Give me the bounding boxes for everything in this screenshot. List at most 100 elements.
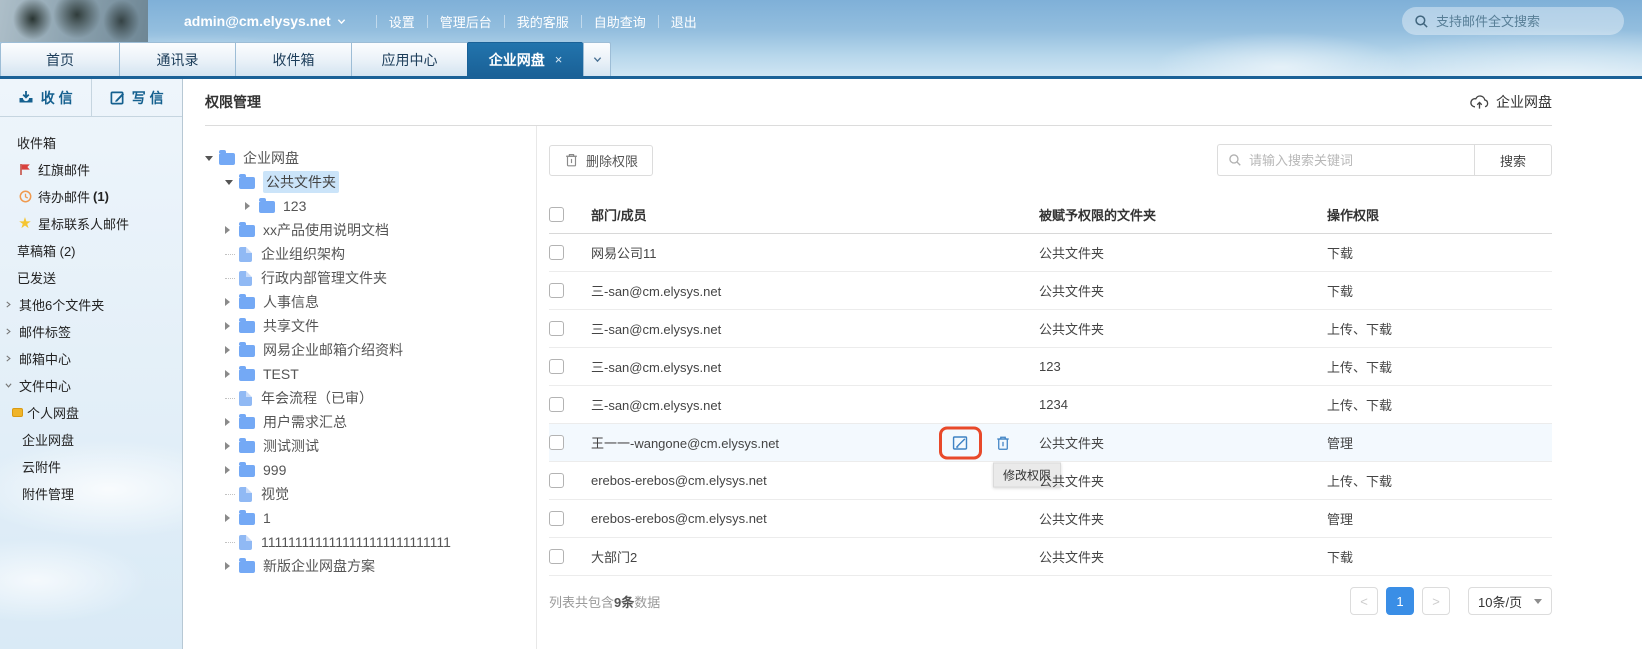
expand-icon[interactable] (225, 226, 230, 234)
tree-item[interactable]: 用户需求汇总 (183, 410, 536, 434)
table-search-input[interactable] (1249, 153, 1449, 168)
caret-down-icon (1534, 599, 1542, 604)
tree-item[interactable]: 新版企业网盘方案 (183, 554, 536, 578)
sidebar-item-file-center[interactable]: 文件中心 (0, 372, 182, 399)
action-highlight-box (939, 426, 982, 459)
tree-item[interactable]: 人事信息 (183, 290, 536, 314)
tab-contacts[interactable]: 通讯录 (119, 42, 235, 76)
table-row[interactable]: erebos-erebos@cm.elysys.net 公共文件夹 管理 (549, 500, 1552, 538)
sidebar-item-starred-contacts[interactable]: ★ 星标联系人邮件 (0, 210, 182, 237)
menu-item-settings[interactable]: 设置 (389, 12, 415, 31)
sidebar-item-sent[interactable]: 已发送 (0, 264, 182, 291)
menu-item-logout[interactable]: 退出 (671, 12, 697, 31)
account-menu[interactable]: admin@cm.elysys.net (184, 13, 346, 29)
row-checkbox[interactable] (549, 435, 564, 450)
table-row-hovered[interactable]: 王一一-wangone@cm.elysys.net 修改权限 (549, 424, 1552, 462)
table-row[interactable]: 三-san@cm.elysys.net 1234 上传、下载 (549, 386, 1552, 424)
menu-item-admin-console[interactable]: 管理后台 (440, 12, 492, 31)
sidebar-item-mail-tags[interactable]: 邮件标签 (0, 318, 182, 345)
tab-inbox[interactable]: 收件箱 (235, 42, 351, 76)
expand-icon[interactable] (225, 298, 230, 306)
sidebar-item-todo[interactable]: 待办邮件 (1) (0, 183, 182, 210)
table-row[interactable]: 三-san@cm.elysys.net 123 上传、下载 (549, 348, 1552, 386)
expand-icon[interactable] (225, 346, 230, 354)
delete-permission-button[interactable]: 删除权限 (549, 145, 653, 176)
sidebar-item-enterprise-disk[interactable]: 企业网盘 (0, 426, 182, 453)
sidebar-item-flagged[interactable]: 红旗邮件 (0, 156, 182, 183)
tab-app-center[interactable]: 应用中心 (351, 42, 467, 76)
expand-icon[interactable] (225, 418, 230, 426)
tree-item-selected[interactable]: 公共文件夹 (183, 170, 536, 194)
table-row[interactable]: 网易公司11 公共文件夹 下载 (549, 234, 1552, 272)
tree-item[interactable]: 视觉 (183, 482, 536, 506)
receive-mail-button[interactable]: 收 信 (0, 79, 92, 116)
sidebar-item-attachment-manage[interactable]: 附件管理 (0, 480, 182, 507)
compose-mail-button[interactable]: 写 信 (92, 79, 183, 116)
next-page-button[interactable]: > (1422, 587, 1450, 615)
tree-item[interactable]: 行政内部管理文件夹 (183, 266, 536, 290)
table-row[interactable]: 三-san@cm.elysys.net 公共文件夹 上传、下载 (549, 310, 1552, 348)
sidebar-item-personal-disk[interactable]: 个人网盘 (0, 399, 182, 426)
table-row[interactable]: 大部门2 公共文件夹 下载 (549, 538, 1552, 576)
expand-icon[interactable] (225, 180, 233, 185)
expand-icon[interactable] (225, 370, 230, 378)
tab-list-dropdown[interactable] (583, 42, 611, 76)
tree-item[interactable]: 123 (183, 194, 536, 218)
sidebar-item-inbox[interactable]: 收件箱 (0, 129, 182, 156)
expand-icon[interactable] (245, 202, 250, 210)
tree-item[interactable]: 1111111111111111111111111111 (183, 530, 536, 554)
tree-item[interactable]: 1 (183, 506, 536, 530)
edit-permission-button[interactable] (951, 433, 970, 452)
select-all-checkbox[interactable] (549, 207, 564, 222)
tree-item[interactable]: TEST (183, 362, 536, 386)
sidebar-item-drafts[interactable]: 草稿箱 (2) (0, 237, 182, 264)
search-button[interactable]: 搜索 (1474, 144, 1552, 176)
delete-row-button[interactable] (995, 434, 1011, 451)
row-checkbox[interactable] (549, 549, 564, 564)
tab-home[interactable]: 首页 (0, 42, 119, 76)
expand-icon[interactable] (225, 466, 230, 474)
sidebar-item-mail-center[interactable]: 邮箱中心 (0, 345, 182, 372)
folder-icon (239, 297, 255, 309)
expand-icon[interactable] (205, 156, 213, 161)
column-folder: 被赋予权限的文件夹 (1039, 205, 1327, 224)
mail-search-box[interactable] (1402, 7, 1624, 35)
tab-enterprise-disk[interactable]: 企业网盘 × (467, 42, 583, 76)
table-search-box[interactable] (1217, 144, 1474, 176)
menu-item-customer-service[interactable]: 我的客服 (517, 12, 569, 31)
tree-item[interactable]: 测试测试 (183, 434, 536, 458)
table-row[interactable]: 三-san@cm.elysys.net 公共文件夹 下载 (549, 272, 1552, 310)
topbar: admin@cm.elysys.net 设置 管理后台 我的客服 自助查询 退出 (0, 0, 1642, 42)
expand-icon[interactable] (225, 562, 230, 570)
menu-item-self-query[interactable]: 自助查询 (594, 12, 646, 31)
close-icon[interactable]: × (555, 52, 563, 67)
table-row[interactable]: erebos-erebos@cm.elysys.net 公共文件夹 上传、下载 (549, 462, 1552, 500)
topbar-menu: 设置 管理后台 我的客服 自助查询 退出 (364, 12, 697, 31)
expand-icon[interactable] (225, 514, 230, 522)
sidebar-item-other-folders[interactable]: 其他6个文件夹 (0, 291, 182, 318)
tree-item[interactable]: 网易企业邮箱介绍资料 (183, 338, 536, 362)
row-checkbox[interactable] (549, 511, 564, 526)
row-checkbox[interactable] (549, 473, 564, 488)
tree-item[interactable]: 年会流程（已审） (183, 386, 536, 410)
row-checkbox[interactable] (549, 397, 564, 412)
tree-item[interactable]: 共享文件 (183, 314, 536, 338)
prev-page-button[interactable]: < (1350, 587, 1378, 615)
row-checkbox[interactable] (549, 321, 564, 336)
current-page-button[interactable]: 1 (1386, 587, 1414, 615)
row-checkbox[interactable] (549, 283, 564, 298)
expand-icon[interactable] (225, 442, 230, 450)
tree-item[interactable]: 999 (183, 458, 536, 482)
tree-item[interactable]: 企业网盘 (183, 146, 536, 170)
enterprise-disk-link[interactable]: 企业网盘 (1469, 92, 1552, 112)
tree-item[interactable]: xx产品使用说明文档 (183, 218, 536, 242)
mail-search-input[interactable] (1436, 14, 1606, 29)
tree-item[interactable]: 企业组织架构 (183, 242, 536, 266)
row-checkbox[interactable] (549, 245, 564, 260)
expand-icon[interactable] (225, 322, 230, 330)
row-checkbox[interactable] (549, 359, 564, 374)
file-icon (239, 391, 252, 406)
page-size-select[interactable]: 10条/页 (1468, 587, 1552, 615)
sidebar-item-cloud-attachment[interactable]: 云附件 (0, 453, 182, 480)
file-icon (239, 535, 252, 550)
